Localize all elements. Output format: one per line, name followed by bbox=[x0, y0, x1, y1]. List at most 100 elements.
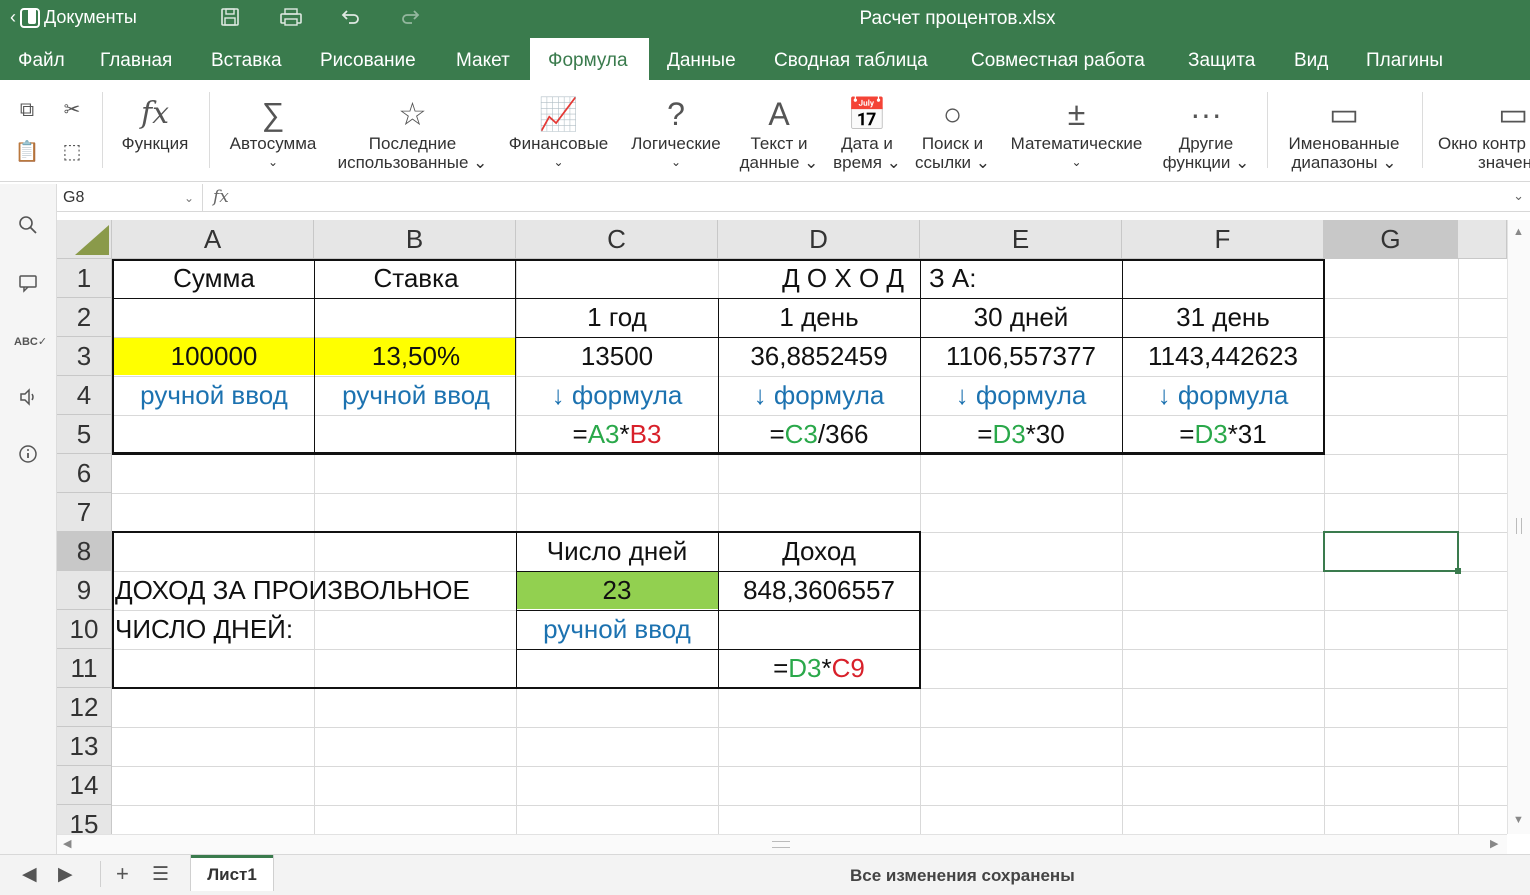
info-icon[interactable] bbox=[14, 443, 42, 471]
math-button[interactable]: ± Математические ⌄ bbox=[1004, 94, 1149, 172]
add-sheet-icon[interactable]: + bbox=[116, 861, 129, 887]
cell-d1[interactable]: Д О Х О Д bbox=[718, 259, 918, 298]
back-to-documents-button[interactable]: ‹ Документы bbox=[10, 7, 137, 28]
cell-e4[interactable]: ↓ формула bbox=[920, 376, 1122, 415]
menu-protection[interactable]: Защита bbox=[1170, 38, 1273, 80]
row-header-14[interactable]: 14 bbox=[57, 766, 112, 805]
cell-a10[interactable]: ЧИСЛО ДНЕЙ: bbox=[112, 610, 516, 649]
column-header-e[interactable]: E bbox=[920, 220, 1122, 259]
horizontal-scrollbar[interactable]: ◀ ▶ bbox=[57, 834, 1507, 854]
column-header-g[interactable]: G bbox=[1324, 220, 1458, 259]
speaker-icon[interactable] bbox=[14, 386, 42, 414]
row-header-15[interactable]: 15 bbox=[57, 805, 112, 834]
row-header-12[interactable]: 12 bbox=[57, 688, 112, 727]
search-icon[interactable] bbox=[14, 214, 42, 242]
paste-icon[interactable]: 📋 bbox=[13, 138, 41, 166]
cell-d3[interactable]: 36,8852459 bbox=[718, 337, 920, 376]
column-header-c[interactable]: C bbox=[516, 220, 718, 259]
cell-f5[interactable]: = D3 *31 bbox=[1122, 415, 1324, 453]
comments-icon[interactable] bbox=[14, 272, 42, 300]
row-header-4[interactable]: 4 bbox=[57, 376, 112, 415]
row-header-6[interactable]: 6 bbox=[57, 454, 112, 493]
scroll-right-icon[interactable]: ▶ bbox=[1490, 837, 1498, 850]
select-all-corner[interactable] bbox=[57, 220, 112, 259]
recently-used-button[interactable]: ☆ Последние использованные ⌄ bbox=[335, 94, 490, 172]
row-header-10[interactable]: 10 bbox=[57, 610, 112, 649]
row-header-2[interactable]: 2 bbox=[57, 298, 112, 337]
scroll-thumb-horizontal[interactable] bbox=[772, 841, 790, 848]
financial-button[interactable]: 📈 Финансовые ⌄ bbox=[505, 94, 612, 172]
logical-button[interactable]: ? Логические ⌄ bbox=[627, 94, 725, 172]
cell-d5[interactable]: = C3/366 bbox=[718, 415, 920, 453]
menu-insert[interactable]: Вставка bbox=[193, 38, 300, 80]
cell-c3[interactable]: 13500 bbox=[516, 337, 718, 376]
scroll-down-icon[interactable]: ▼ bbox=[1513, 814, 1524, 826]
vertical-scrollbar[interactable]: ▲ ▼ bbox=[1507, 220, 1530, 834]
cell-f2[interactable]: 31 день bbox=[1122, 298, 1324, 337]
cell-d11[interactable]: = D3 * C9 bbox=[718, 649, 920, 687]
row-header-7[interactable]: 7 bbox=[57, 493, 112, 532]
row-header-3[interactable]: 3 bbox=[57, 337, 112, 376]
cell-c4[interactable]: ↓ формула bbox=[516, 376, 718, 415]
cell-a4[interactable]: ручной ввод bbox=[114, 376, 314, 415]
menu-formula[interactable]: Формула bbox=[530, 38, 649, 80]
menu-home[interactable]: Главная bbox=[82, 38, 190, 80]
column-header-f[interactable]: F bbox=[1122, 220, 1324, 259]
redo-icon[interactable] bbox=[398, 6, 424, 32]
scroll-left-icon[interactable]: ◀ bbox=[63, 837, 71, 850]
prev-sheet-icon[interactable]: ◀ bbox=[22, 863, 37, 886]
autosum-button[interactable]: ∑ Автосумма ⌄ bbox=[224, 94, 322, 172]
formula-input[interactable] bbox=[237, 184, 1497, 212]
lookup-reference-button[interactable]: ○ Поиск и ссылки ⌄ bbox=[914, 94, 991, 172]
cell-d2[interactable]: 1 день bbox=[718, 298, 920, 337]
column-header-a[interactable]: A bbox=[112, 220, 314, 259]
menu-collaboration[interactable]: Совместная работа bbox=[953, 38, 1163, 80]
cell-c8[interactable]: Число дней bbox=[516, 532, 718, 571]
column-header-d[interactable]: D bbox=[718, 220, 920, 259]
menu-layout[interactable]: Макет bbox=[438, 38, 528, 80]
menu-plugins[interactable]: Плагины bbox=[1348, 38, 1461, 80]
selected-cell-g8[interactable] bbox=[1323, 531, 1461, 574]
cell-d9[interactable]: 848,3606557 bbox=[718, 571, 920, 610]
watch-window-button[interactable]: ▭ Окно контр значен bbox=[1438, 94, 1530, 172]
insert-function-button[interactable]: fx Функция bbox=[118, 94, 192, 153]
name-box[interactable]: G8 ⌄ bbox=[57, 184, 203, 212]
row-header-13[interactable]: 13 bbox=[57, 727, 112, 766]
cell-d4[interactable]: ↓ формула bbox=[718, 376, 920, 415]
cell-e5[interactable]: = D3 *30 bbox=[920, 415, 1122, 453]
menu-view[interactable]: Вид bbox=[1276, 38, 1346, 80]
cell-b1[interactable]: Ставка bbox=[316, 259, 516, 298]
row-header-11[interactable]: 11 bbox=[57, 649, 112, 688]
row-header-5[interactable]: 5 bbox=[57, 415, 112, 454]
menu-draw[interactable]: Рисование bbox=[302, 38, 434, 80]
undo-icon[interactable] bbox=[337, 6, 363, 32]
sheet-tab-list1[interactable]: Лист1 bbox=[190, 855, 274, 891]
select-all-icon[interactable]: ⬚ bbox=[58, 138, 86, 166]
column-header-b[interactable]: B bbox=[314, 220, 516, 259]
cell-c5[interactable]: = A3 * B3 bbox=[516, 415, 718, 453]
cell-b3[interactable]: 13,50% bbox=[316, 337, 516, 376]
next-sheet-icon[interactable]: ▶ bbox=[58, 863, 73, 886]
expand-formula-bar-icon[interactable]: ⌄ bbox=[1513, 188, 1524, 204]
cell-b4[interactable]: ручной ввод bbox=[316, 376, 516, 415]
cell-c10[interactable]: ручной ввод bbox=[516, 610, 718, 649]
sheet-list-icon[interactable]: ☰ bbox=[152, 863, 169, 886]
row-header-8[interactable]: 8 bbox=[57, 532, 112, 571]
scroll-up-icon[interactable]: ▲ bbox=[1513, 226, 1524, 238]
cell-e1[interactable]: З А: bbox=[923, 259, 1123, 298]
menu-data[interactable]: Данные bbox=[649, 38, 754, 80]
date-time-button[interactable]: 📅 Дата и время ⌄ bbox=[832, 94, 902, 172]
row-header-9[interactable]: 9 bbox=[57, 571, 112, 610]
cell-f4[interactable]: ↓ формула bbox=[1122, 376, 1324, 415]
cell-f3[interactable]: 1143,442623 bbox=[1122, 337, 1324, 376]
more-functions-button[interactable]: ··· Другие функции ⌄ bbox=[1160, 94, 1252, 172]
cut-icon[interactable]: ✂ bbox=[58, 96, 86, 124]
menu-file[interactable]: Файл bbox=[0, 38, 83, 80]
scroll-thumb-vertical[interactable] bbox=[1516, 518, 1522, 534]
text-data-button[interactable]: A Текст и данные ⌄ bbox=[738, 94, 820, 172]
named-ranges-button[interactable]: ▭ Именованные диапазоны ⌄ bbox=[1282, 94, 1406, 172]
spellcheck-icon[interactable]: ABC✓ bbox=[14, 328, 47, 356]
cell-e2[interactable]: 30 дней bbox=[920, 298, 1122, 337]
cell-d8[interactable]: Доход bbox=[718, 532, 920, 571]
cell-a3[interactable]: 100000 bbox=[114, 337, 314, 376]
